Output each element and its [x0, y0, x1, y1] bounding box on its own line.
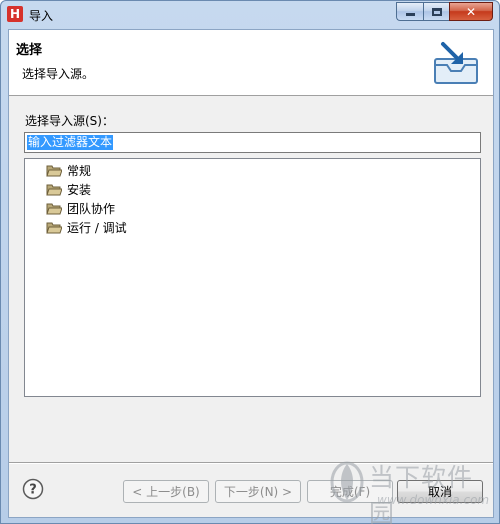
dialog-client-area: 选择 选择导入源。 选择导入源(S)： 输入过滤器文本 常规 安装 团队协作 运… — [8, 29, 494, 518]
tree-item-label: 安装 — [67, 182, 92, 197]
help-icon[interactable]: ? — [22, 478, 44, 500]
watermark-logo-icon — [330, 461, 364, 503]
close-icon: ✕ — [465, 4, 477, 19]
watermark-text: 当下软件园 — [369, 463, 474, 524]
title-bar[interactable]: H 导入 ✕ — [1, 1, 499, 29]
tree-item-label: 常规 — [67, 163, 92, 178]
import-banner-icon — [434, 42, 478, 84]
source-label: 选择导入源(S)： — [25, 114, 114, 128]
minimize-button[interactable] — [396, 2, 423, 21]
window-title: 导入 — [29, 9, 54, 23]
tree-item-team[interactable]: 团队协作 — [46, 199, 115, 217]
tree-item-install[interactable]: 安装 — [46, 180, 91, 198]
tree-item-run-debug[interactable]: 运行 / 调试 — [46, 218, 127, 236]
filter-input-text: 输入过滤器文本 — [27, 135, 114, 150]
next-button[interactable]: 下一步(N) > — [215, 480, 301, 503]
maximize-icon — [431, 7, 442, 16]
tree-item-label: 运行 / 调试 — [67, 220, 127, 235]
watermark-url: www.downxia.com — [377, 493, 490, 507]
tree-item-general[interactable]: 常规 — [46, 161, 91, 179]
filter-input[interactable]: 输入过滤器文本 — [24, 132, 481, 153]
folder-icon — [46, 165, 62, 176]
caption-buttons: ✕ — [396, 2, 493, 21]
page-title: 选择 — [16, 43, 43, 58]
svg-text:?: ? — [29, 483, 37, 498]
back-button[interactable]: < 上一步(B) — [123, 480, 209, 503]
watermark: 当下软件园 www.downxia.com — [329, 456, 497, 524]
import-dialog-window: H 导入 ✕ 选择 选择导入源。 选择导入源(S)： 输入过滤器文本 常规 安装… — [0, 0, 500, 524]
page-description: 选择导入源。 — [22, 67, 95, 81]
folder-icon — [46, 222, 62, 233]
close-button[interactable]: ✕ — [449, 2, 493, 21]
folder-icon — [46, 184, 62, 195]
maximize-button[interactable] — [423, 2, 449, 21]
wizard-header: 选择 选择导入源。 — [9, 30, 493, 96]
tree-item-label: 团队协作 — [67, 201, 116, 216]
minimize-icon — [405, 13, 415, 16]
source-tree[interactable]: 常规 安装 团队协作 运行 / 调试 — [24, 158, 481, 397]
app-logo-icon: H — [7, 6, 23, 22]
folder-icon — [46, 203, 62, 214]
